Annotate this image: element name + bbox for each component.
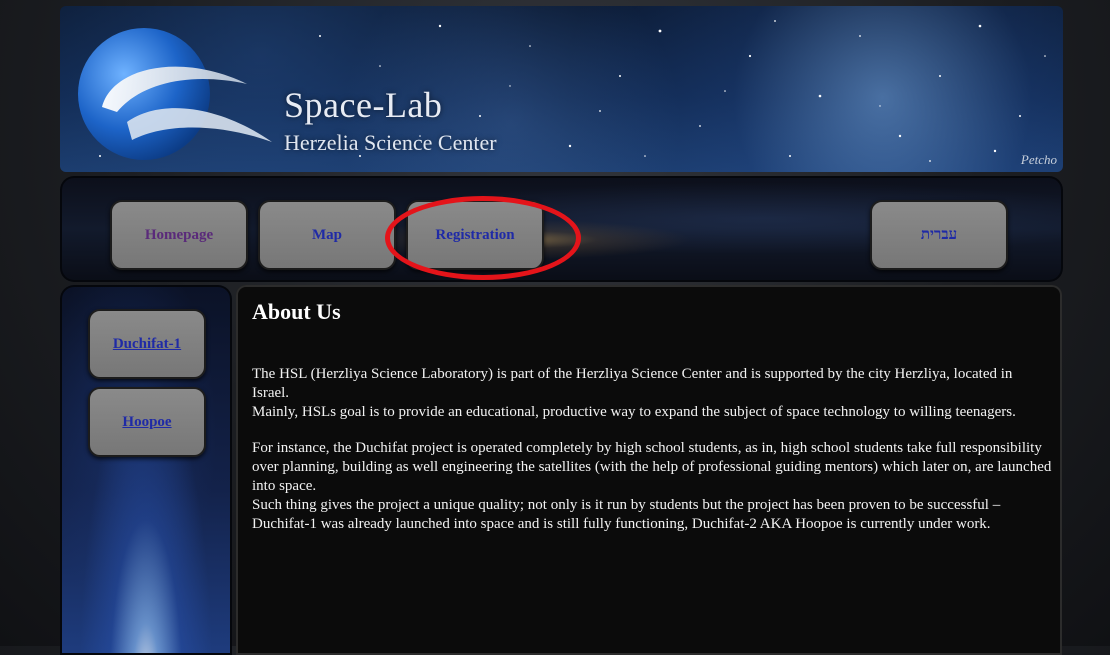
site-subtitle: Herzelia Science Center <box>284 130 497 155</box>
duchifat-line-1: For instance, the Duchifat project is op… <box>252 440 1052 494</box>
intro-paragraph: The HSL (Herzliya Science Laboratory) is… <box>252 365 1052 422</box>
page: Space-Lab Herzelia Science Center Petcho… <box>0 0 1110 655</box>
header-banner: Space-Lab Herzelia Science Center Petcho <box>60 6 1063 172</box>
duchifat-line-2: Such thing gives the project a unique qu… <box>252 497 1001 532</box>
intro-line-1: The HSL (Herzliya Science Laboratory) is… <box>252 366 1013 401</box>
nav-map-button[interactable]: Map <box>258 200 396 270</box>
nav-homepage-button[interactable]: Homepage <box>110 200 248 270</box>
sidebar: Duchifat-1 Hoopoe <box>60 285 232 655</box>
main-navigation: Homepage Map Registration עברית <box>60 176 1063 282</box>
about-text: The HSL (Herzliya Science Laboratory) is… <box>252 365 1052 551</box>
hoopoe-link[interactable]: Hoopoe <box>122 414 171 431</box>
intro-line-2: Mainly, HSLs goal is to provide an educa… <box>252 404 1016 420</box>
space-lab-logo-icon <box>78 28 272 160</box>
duchifat-paragraph: For instance, the Duchifat project is op… <box>252 439 1052 534</box>
duchifat-1-link[interactable]: Duchifat-1 <box>113 336 181 353</box>
sidebar-item-hoopoe[interactable]: Hoopoe <box>88 387 206 457</box>
page-title: About Us <box>252 299 341 324</box>
main-content: About Us The HSL (Herzliya Science Labor… <box>236 285 1062 655</box>
nav-hebrew-language-button[interactable]: עברית <box>870 200 1008 270</box>
site-title: Space-Lab <box>284 85 443 125</box>
artist-signature: Petcho <box>1020 152 1057 167</box>
nav-registration-button[interactable]: Registration <box>406 200 544 270</box>
sidebar-item-duchifat-1[interactable]: Duchifat-1 <box>88 309 206 379</box>
